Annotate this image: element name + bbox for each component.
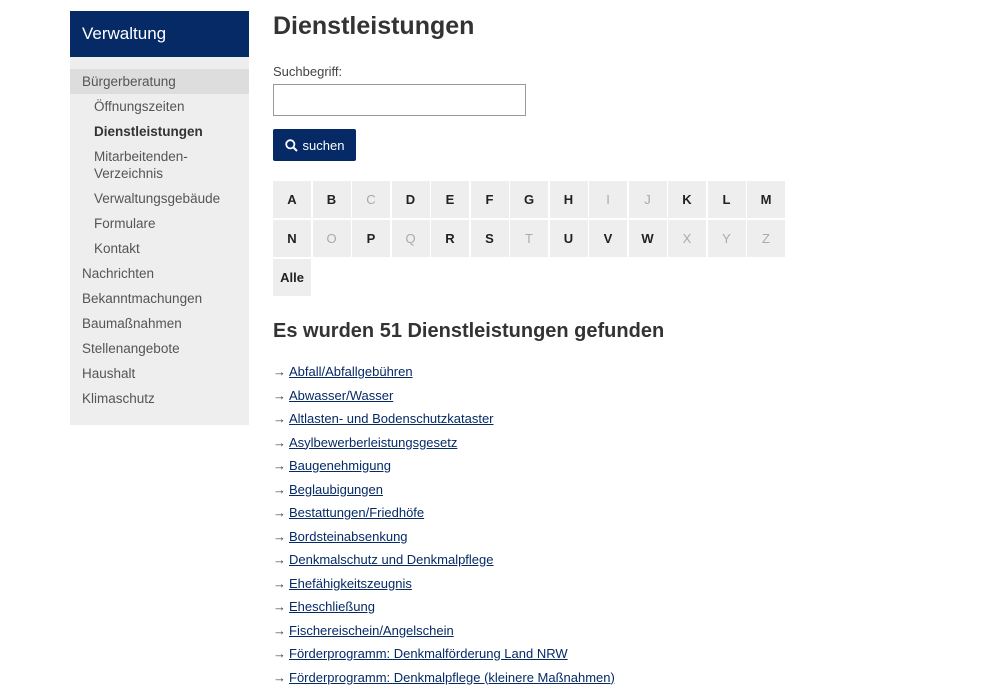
result-link[interactable]: Eheschließung <box>289 599 375 614</box>
arrow-right-icon: → <box>273 623 286 638</box>
list-item: →Bordsteinabsenkung <box>273 525 615 549</box>
letter-filter-u[interactable]: U <box>550 220 588 257</box>
letter-filter-i: I <box>589 181 627 218</box>
letter-filter-e[interactable]: E <box>431 181 469 218</box>
result-link[interactable]: Beglaubigungen <box>289 482 383 497</box>
search-button[interactable]: suchen <box>273 129 356 161</box>
letter-filter-x: X <box>668 220 706 257</box>
letter-filter-y: Y <box>708 220 746 257</box>
sidebar: Verwaltung BürgerberatungÖffnungszeitenD… <box>70 11 249 425</box>
sidebar-item[interactable]: Stellenangebote <box>70 336 249 361</box>
result-link[interactable]: Asylbewerberleistungsgesetz <box>289 435 457 450</box>
sidebar-title: Verwaltung <box>70 11 249 57</box>
letter-filter-v[interactable]: V <box>589 220 627 257</box>
arrow-right-icon: → <box>273 552 286 567</box>
arrow-right-icon: → <box>273 646 286 661</box>
sidebar-item[interactable]: Bürgerberatung <box>70 69 249 94</box>
letter-filter-p[interactable]: P <box>352 220 390 257</box>
arrow-right-icon: → <box>273 458 286 473</box>
sidebar-item[interactable]: Klimaschutz <box>70 386 249 411</box>
result-link[interactable]: Bordsteinabsenkung <box>289 529 408 544</box>
result-link[interactable]: Förderprogramm: Denkmalförderung Land NR… <box>289 646 568 661</box>
arrow-right-icon: → <box>273 435 286 450</box>
list-item: →Baugenehmigung <box>273 454 615 478</box>
result-link[interactable]: Baugenehmigung <box>289 458 391 473</box>
sidebar-item[interactable]: Mitarbeitenden-Verzeichnis <box>70 144 204 186</box>
list-item: →Ehefähigkeitszeugnis <box>273 572 615 596</box>
list-item: →Denkmalschutz und Denkmalpflege <box>273 548 615 572</box>
arrow-right-icon: → <box>273 411 286 426</box>
sidebar-nav: BürgerberatungÖffnungszeitenDienstleistu… <box>70 69 249 411</box>
letter-filter-z: Z <box>747 220 785 257</box>
sidebar-item[interactable]: Dienstleistungen <box>70 119 249 144</box>
sidebar-item[interactable]: Verwaltungsgebäude <box>70 186 249 211</box>
arrow-right-icon: → <box>273 599 286 614</box>
letter-filter-s[interactable]: S <box>471 220 509 257</box>
arrow-right-icon: → <box>273 364 286 379</box>
results-list: →Abfall/Abfallgebühren→Abwasser/Wasser→A… <box>273 360 615 689</box>
letter-filter-n[interactable]: N <box>273 220 311 257</box>
result-link[interactable]: Ehefähigkeitszeugnis <box>289 576 412 591</box>
letter-filter-f[interactable]: F <box>471 181 509 218</box>
arrow-right-icon: → <box>273 482 286 497</box>
letter-filter-j: J <box>629 181 667 218</box>
result-link[interactable]: Förderprogramm: Denkmalpflege (kleinere … <box>289 670 615 685</box>
list-item: →Förderprogramm: Denkmalpflege (kleinere… <box>273 666 615 689</box>
list-item: →Asylbewerberleistungsgesetz <box>273 431 615 455</box>
letter-filter-h[interactable]: H <box>550 181 588 218</box>
list-item: →Altlasten- und Bodenschutzkataster <box>273 407 615 431</box>
arrow-right-icon: → <box>273 529 286 544</box>
result-link[interactable]: Abfall/Abfallgebühren <box>289 364 413 379</box>
letter-filter-alle[interactable]: Alle <box>273 259 311 296</box>
sidebar-item[interactable]: Nachrichten <box>70 261 249 286</box>
list-item: →Eheschließung <box>273 595 615 619</box>
letter-filter-m[interactable]: M <box>747 181 785 218</box>
list-item: →Förderprogramm: Denkmalförderung Land N… <box>273 642 615 666</box>
list-item: →Abfall/Abfallgebühren <box>273 360 615 384</box>
letter-filter-r[interactable]: R <box>431 220 469 257</box>
sidebar-item[interactable]: Öffnungszeiten <box>70 94 249 119</box>
sidebar-item[interactable]: Kontakt <box>70 236 249 261</box>
letter-filter-q: Q <box>392 220 430 257</box>
letter-filter-d[interactable]: D <box>392 181 430 218</box>
search-label: Suchbegriff: <box>273 64 342 79</box>
letter-filter-b[interactable]: B <box>313 181 351 218</box>
letter-filter-t: T <box>510 220 548 257</box>
list-item: →Beglaubigungen <box>273 478 615 502</box>
result-link[interactable]: Denkmalschutz und Denkmalpflege <box>289 552 494 567</box>
letter-filter-l[interactable]: L <box>708 181 746 218</box>
result-link[interactable]: Fischereischein/Angelschein <box>289 623 454 638</box>
letter-filter-k[interactable]: K <box>668 181 706 218</box>
results-heading: Es wurden 51 Dienstleistungen gefunden <box>273 320 664 343</box>
arrow-right-icon: → <box>273 505 286 520</box>
alphabet-filter: ABCDEFGHIJKLM NOPQRSTUVWXYZ Alle <box>273 181 793 298</box>
result-link[interactable]: Abwasser/Wasser <box>289 388 393 403</box>
search-input[interactable] <box>273 84 526 116</box>
arrow-right-icon: → <box>273 670 286 685</box>
letter-filter-g[interactable]: G <box>510 181 548 218</box>
arrow-right-icon: → <box>273 576 286 591</box>
search-button-label: suchen <box>303 138 345 153</box>
result-link[interactable]: Altlasten- und Bodenschutzkataster <box>289 411 494 426</box>
letter-filter-o: O <box>313 220 351 257</box>
letter-filter-a[interactable]: A <box>273 181 311 218</box>
sidebar-item[interactable]: Baumaßnahmen <box>70 311 249 336</box>
arrow-right-icon: → <box>273 388 286 403</box>
sidebar-item[interactable]: Bekanntmachungen <box>70 286 249 311</box>
letter-filter-w[interactable]: W <box>629 220 667 257</box>
search-icon <box>285 139 298 152</box>
result-link[interactable]: Bestattungen/Friedhöfe <box>289 505 424 520</box>
letter-filter-c: C <box>352 181 390 218</box>
sidebar-item[interactable]: Formulare <box>70 211 249 236</box>
list-item: →Fischereischein/Angelschein <box>273 619 615 643</box>
sidebar-item[interactable]: Haushalt <box>70 361 249 386</box>
list-item: →Abwasser/Wasser <box>273 384 615 408</box>
list-item: →Bestattungen/Friedhöfe <box>273 501 615 525</box>
page-title: Dienstleistungen <box>273 12 474 41</box>
